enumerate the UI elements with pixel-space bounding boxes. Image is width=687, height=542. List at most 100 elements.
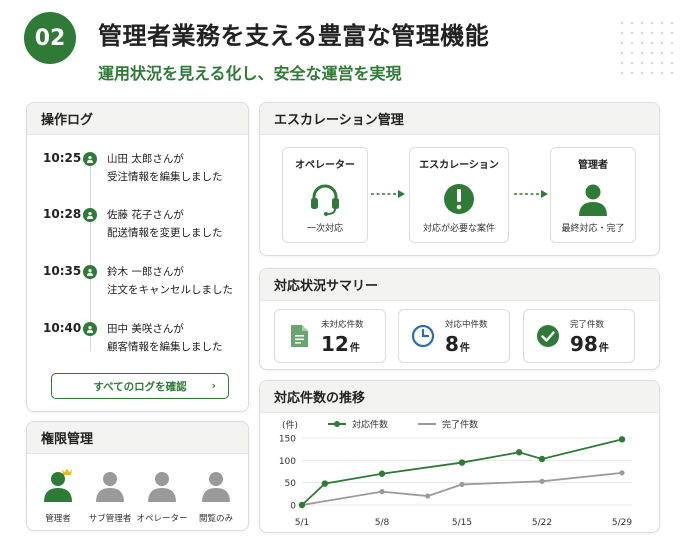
y-tick-label: 50 (285, 479, 297, 489)
summary-unhandled: 未対応件数 12件 (274, 309, 386, 363)
role-label: オペレーター (136, 514, 188, 524)
log-user: 山田 太郎さんが (107, 153, 184, 165)
y-tick-label: 150 (279, 435, 296, 445)
log-entry: 10:28 佐藤 花子さんが 配送情報を変更しました (27, 207, 248, 251)
page-subtitle: 運用状況を見える化し、安全な運営を実現 (98, 64, 402, 83)
user-icon (83, 152, 97, 166)
data-point (378, 470, 386, 477)
log-time: 10:28 (43, 207, 82, 221)
log-entry: 10:40 田中 美咲さんが 顧客情報を編集しました (27, 321, 248, 365)
data-point (425, 493, 431, 499)
chart-title: 対応件数の推移 (260, 381, 659, 413)
log-time: 10:35 (43, 264, 82, 278)
view-all-logs-button[interactable]: すべてのログを確認 › (51, 373, 229, 399)
user-icon (83, 265, 97, 279)
status-summary-panel: 対応状況サマリー 未対応件数 12件 対応中件数 8件 完了件数 98件 (259, 268, 660, 370)
escalation-title: エスカレーション管理 (260, 103, 659, 135)
page-title: 管理者業務を支える豊富な管理機能 (98, 22, 490, 50)
data-point (618, 436, 626, 443)
log-time: 10:40 (43, 321, 82, 335)
x-tick-label: 5/1 (295, 518, 309, 528)
step-description: 対応が必要な案件 (422, 224, 495, 234)
series-line (301, 438, 623, 506)
data-point (538, 455, 546, 463)
data-point (379, 489, 385, 495)
data-point (298, 501, 306, 509)
user-icon (83, 208, 97, 222)
summary-value: 8件 (445, 332, 470, 356)
step-description: 最終対応・完了 (561, 224, 625, 234)
escalation-panel: エスカレーション管理 オペレーター 一次対応 エスカレーション 対応が必要な案件… (259, 102, 660, 256)
section-number-badge: 02 (24, 12, 76, 64)
log-entry: 10:35 鈴木 一郎さんが 注文をキャンセルしました (27, 264, 248, 308)
data-point (458, 459, 466, 466)
clock-icon (411, 324, 435, 348)
permission-title: 権限管理 (27, 422, 248, 454)
legend-label: 対応件数 (352, 419, 388, 431)
x-tick-label: 5/8 (375, 518, 390, 528)
decorative-dot-grid (617, 18, 677, 78)
log-time: 10:25 (43, 151, 82, 165)
check-circle-icon (537, 325, 559, 347)
legend-marker (334, 421, 340, 427)
escalation-step-operator: オペレーター 一次対応 (282, 147, 368, 243)
user-icon (83, 322, 97, 336)
trend-line-chart: (件) 150 100 50 0 5/1 5/8 5/15 5/22 5/29 対応件数 完了件数 (279, 419, 633, 529)
permission-panel: 権限管理 管理者 サブ管理者 オペレーター 閲覧のみ (26, 421, 249, 531)
summary-label: 完了件数 (570, 320, 605, 330)
role-label: 閲覧のみ (198, 514, 233, 524)
escalation-step-escalation: エスカレーション 対応が必要な案件 (409, 147, 509, 243)
admin-person-crown-icon (44, 468, 72, 502)
step-title: オペレーター (295, 160, 355, 171)
alert-circle-icon (410, 181, 508, 217)
role-operator[interactable]: オペレーター (135, 466, 189, 524)
data-point (515, 449, 523, 456)
summary-label: 対応中件数 (445, 320, 488, 330)
role-sub-admin[interactable]: サブ管理者 (83, 466, 137, 524)
data-point (459, 481, 465, 488)
series-line (301, 471, 623, 506)
role-label: サブ管理者 (88, 514, 132, 524)
summary-title: 対応状況サマリー (260, 269, 659, 301)
headset-icon (283, 181, 367, 217)
log-user: 田中 美咲さんが (107, 323, 184, 335)
person-icon (148, 472, 176, 502)
summary-label: 未対応件数 (321, 320, 364, 330)
person-icon (96, 472, 124, 502)
role-admin[interactable]: 管理者 (31, 466, 85, 524)
x-tick-label: 5/22 (532, 518, 552, 528)
y-tick-label: 100 (279, 457, 296, 467)
role-viewer[interactable]: 閲覧のみ (189, 466, 243, 524)
person-icon (551, 181, 635, 217)
data-point (539, 478, 545, 484)
log-action: 受注情報を編集しました (107, 171, 223, 183)
log-user: 佐藤 花子さんが (107, 209, 184, 221)
y-tick-label: 0 (290, 502, 296, 512)
step-title: 管理者 (578, 160, 608, 171)
x-tick-label: 5/15 (452, 518, 472, 528)
data-point (619, 470, 625, 476)
log-entry: 10:25 山田 太郎さんが 受注情報を編集しました (27, 151, 248, 195)
summary-value: 98件 (570, 332, 609, 356)
legend-label: 完了件数 (442, 419, 478, 431)
step-title: エスカレーション (419, 160, 499, 171)
log-action: 顧客情報を編集しました (107, 341, 223, 353)
escalation-step-manager: 管理者 最終対応・完了 (550, 147, 636, 243)
summary-value: 12件 (321, 332, 360, 356)
summary-in-progress: 対応中件数 8件 (398, 309, 510, 363)
response-trend-panel: 対応件数の推移 (件) 150 100 50 0 5/1 5/8 5/15 5/22 5/29 対応… (259, 380, 660, 533)
view-all-logs-label: すべてのログを確認 (93, 380, 187, 393)
dashed-arrow-icon (514, 190, 548, 198)
summary-completed: 完了件数 98件 (523, 309, 635, 363)
data-point (321, 480, 329, 487)
chevron-right-icon: › (211, 379, 216, 392)
role-label: 管理者 (45, 514, 71, 524)
log-user: 鈴木 一郎さんが (107, 266, 184, 278)
log-action: 注文をキャンセルしました (107, 284, 233, 296)
log-action: 配送情報を変更しました (107, 227, 223, 239)
dashed-arrow-icon (371, 190, 405, 198)
operation-log-title: 操作ログ (27, 103, 248, 135)
operation-log-panel: 操作ログ 10:25 山田 太郎さんが 受注情報を編集しました 10:28 佐藤… (26, 102, 249, 412)
x-tick-label: 5/29 (612, 518, 632, 528)
step-description: 一次対応 (306, 224, 343, 234)
